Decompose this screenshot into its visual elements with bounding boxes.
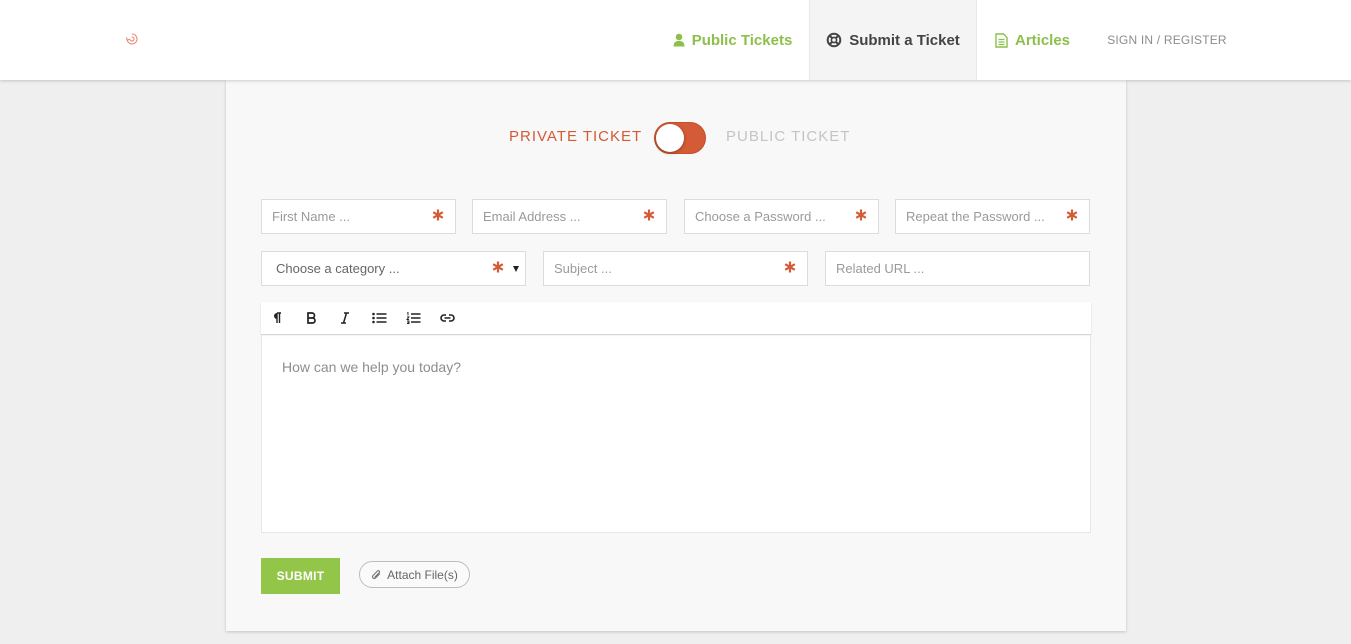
attach-files-button[interactable]: Attach File(s)	[359, 561, 470, 588]
required-asterisk-icon	[855, 208, 867, 221]
top-header: Public Tickets Submit a Ticket Articles …	[0, 0, 1351, 80]
email-input[interactable]	[473, 200, 666, 233]
category-select[interactable]: Choose a category ...	[261, 251, 526, 286]
first-name-input[interactable]	[262, 200, 455, 233]
public-ticket-label[interactable]: PUBLIC TICKET	[726, 128, 850, 145]
subject-field	[543, 251, 808, 286]
switch-knob	[656, 124, 684, 152]
nav-public-tickets-label: Public Tickets	[691, 31, 793, 49]
chevron-down-icon	[513, 266, 519, 272]
email-field	[472, 199, 667, 234]
attach-files-label: Attach File(s)	[387, 567, 458, 582]
paragraph-icon[interactable]	[268, 310, 286, 326]
bold-icon[interactable]	[302, 310, 320, 326]
repeat-password-input[interactable]	[896, 200, 1089, 233]
subject-input[interactable]	[544, 252, 807, 285]
password-input[interactable]	[685, 200, 878, 233]
required-asterisk-icon	[492, 260, 504, 273]
spiral-logo-icon[interactable]	[124, 31, 140, 47]
message-editor[interactable]: How can we help you today?	[261, 334, 1091, 533]
related-url-field	[825, 251, 1090, 286]
category-select-value: Choose a category ...	[276, 261, 400, 276]
nav-submit-ticket[interactable]: Submit a Ticket	[809, 0, 977, 80]
password-field	[684, 199, 879, 234]
signin-register-link[interactable]: SIGN IN / REGISTER	[1102, 0, 1232, 80]
italic-icon[interactable]	[336, 310, 354, 326]
repeat-password-field	[895, 199, 1090, 234]
nav-articles[interactable]: Articles	[985, 0, 1080, 80]
first-name-field	[261, 199, 456, 234]
document-icon	[995, 32, 1008, 48]
paperclip-icon	[371, 569, 382, 581]
bullet-list-icon[interactable]	[370, 310, 388, 326]
required-asterisk-icon	[432, 208, 444, 221]
ticket-visibility-toggle-row: PRIVATE TICKET PUBLIC TICKET	[226, 122, 1126, 154]
submit-button[interactable]: SUBMIT	[261, 558, 340, 594]
required-asterisk-icon	[784, 260, 796, 273]
ticket-visibility-switch[interactable]	[654, 122, 706, 154]
required-asterisk-icon	[643, 208, 655, 221]
editor-placeholder: How can we help you today?	[282, 359, 461, 375]
required-asterisk-icon	[1066, 208, 1078, 221]
related-url-input[interactable]	[826, 252, 1089, 285]
private-ticket-label[interactable]: PRIVATE TICKET	[509, 128, 642, 145]
user-icon	[673, 33, 685, 47]
nav-submit-ticket-label: Submit a Ticket	[849, 31, 960, 49]
link-icon[interactable]	[438, 310, 456, 326]
editor-toolbar	[261, 302, 1091, 334]
lifebuoy-icon	[826, 32, 842, 48]
ticket-form-card: PRIVATE TICKET PUBLIC TICKET Choose a ca…	[226, 80, 1126, 631]
nav-articles-label: Articles	[1014, 31, 1071, 49]
numbered-list-icon[interactable]	[404, 310, 422, 326]
nav-public-tickets[interactable]: Public Tickets	[660, 0, 805, 80]
